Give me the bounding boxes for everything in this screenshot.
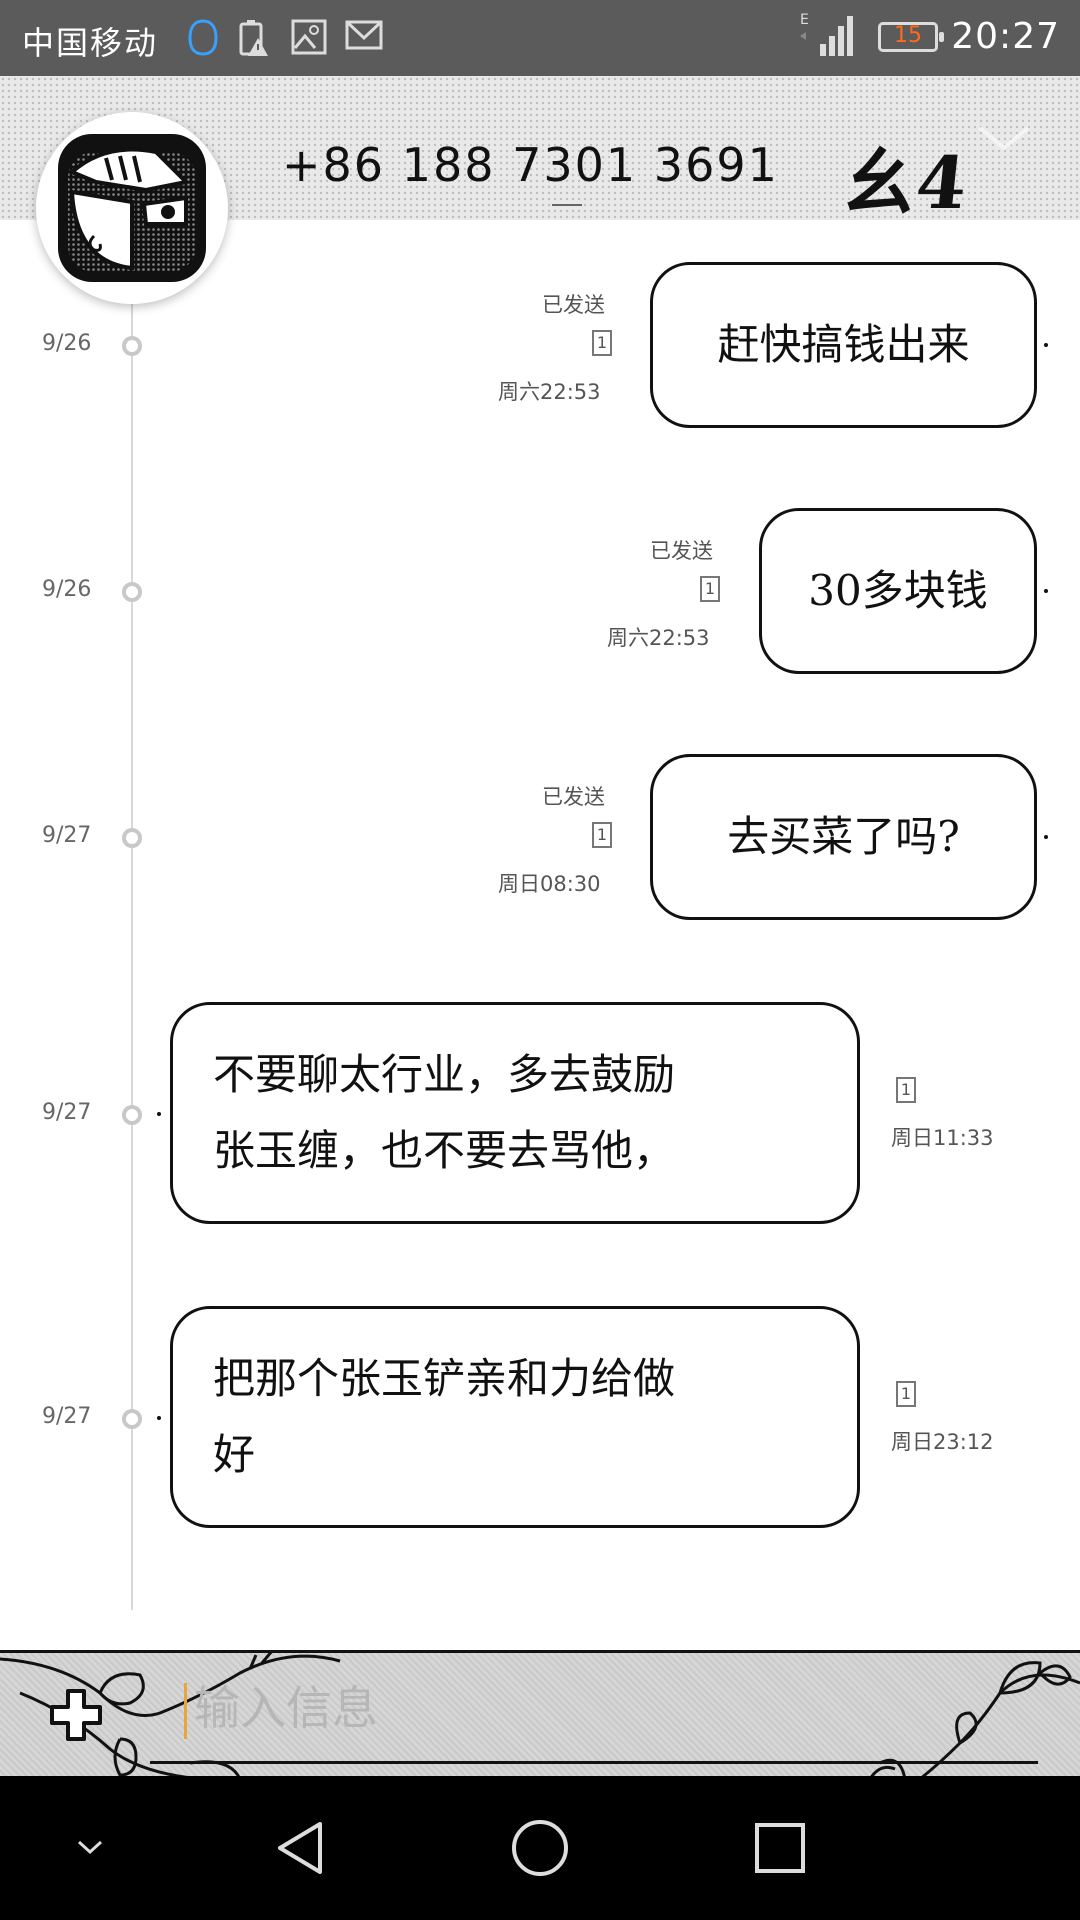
notification-badge-icon	[186, 18, 220, 62]
sim-card-icon: 1	[896, 1077, 916, 1103]
bubble-tail-dot	[1044, 589, 1048, 593]
text-cursor	[184, 1683, 187, 1739]
battery-warning-icon	[236, 18, 270, 62]
message-date: 9/27	[42, 1100, 92, 1125]
input-underline	[150, 1761, 1038, 1764]
image-icon	[290, 18, 328, 60]
timeline-dot	[122, 1409, 142, 1429]
battery-level: 15	[894, 23, 922, 48]
message-input[interactable]	[192, 1677, 1016, 1739]
message-time: 周六22:53	[607, 626, 710, 650]
contact-name: 幺4	[839, 140, 971, 225]
sim-card-icon: 1	[592, 330, 612, 356]
battery-icon: 15	[878, 22, 944, 52]
home-icon[interactable]	[490, 1776, 590, 1920]
message-date: 9/27	[42, 1404, 92, 1429]
hide-keyboard-icon[interactable]	[50, 1776, 130, 1920]
sent-status: 已发送	[650, 539, 713, 563]
message-bubble-sent[interactable]: 去买菜了吗?	[650, 754, 1037, 920]
sim-card-icon: 1	[700, 576, 720, 602]
message-time: 周六22:53	[498, 380, 601, 404]
add-attachment-button[interactable]	[48, 1687, 104, 1747]
message-text-line: 张玉缠，也不要去骂他，	[213, 1126, 676, 1175]
system-nav-bar	[0, 1776, 1080, 1920]
signal-icon: E	[798, 10, 854, 62]
message-date: 9/27	[42, 823, 92, 848]
timeline-dot	[122, 582, 142, 602]
status-time: 20:27	[951, 16, 1060, 57]
avatar[interactable]	[36, 112, 228, 304]
carrier-name: 中国移动	[22, 24, 159, 62]
message-text-line: 不要聊太行业，多去鼓励	[213, 1050, 676, 1099]
message-bubble-sent[interactable]: 30多块钱	[759, 508, 1037, 674]
message-time: 周日23:12	[891, 1430, 994, 1454]
timeline-dot	[122, 1105, 142, 1125]
sent-status: 已发送	[542, 785, 605, 809]
message-text: 去买菜了吗?	[727, 812, 960, 861]
svg-text:E: E	[800, 12, 809, 28]
recents-icon[interactable]	[730, 1776, 830, 1920]
contact-phone-number: +86 188 7301 3691	[282, 138, 779, 206]
message-date: 9/26	[42, 577, 92, 602]
message-bubble-received[interactable]: 不要聊太行业，多去鼓励 张玉缠，也不要去骂他，	[170, 1002, 860, 1224]
timeline-dot	[122, 828, 142, 848]
header-divider	[552, 204, 582, 206]
message-text: 赶快搞钱出来	[717, 320, 970, 369]
mail-icon	[344, 18, 384, 56]
sent-status: 已发送	[542, 293, 605, 317]
message-input-bar	[0, 1650, 1080, 1779]
message-time: 周日11:33	[891, 1126, 994, 1150]
back-icon[interactable]	[250, 1776, 350, 1920]
message-text-line: 把那个张玉铲亲和力给做	[213, 1354, 676, 1403]
message-bubble-received[interactable]: 把那个张玉铲亲和力给做 好	[170, 1306, 860, 1528]
bubble-tail-dot	[157, 1416, 161, 1420]
message-time: 周日08:30	[498, 872, 601, 896]
message-bubble-sent[interactable]: 赶快搞钱出来	[650, 262, 1037, 428]
chevron-down-icon[interactable]	[976, 124, 1032, 158]
message-date: 9/26	[42, 331, 92, 356]
bubble-tail-dot	[157, 1112, 161, 1116]
message-text-line: 好	[213, 1430, 256, 1479]
message-text: 30多块钱	[808, 566, 988, 615]
timeline-dot	[122, 336, 142, 356]
status-bar: 中国移动 E 15 20:27	[0, 0, 1080, 76]
bubble-tail-dot	[1044, 835, 1048, 839]
sim-card-icon: 1	[896, 1381, 916, 1407]
bubble-tail-dot	[1044, 343, 1048, 347]
sim-card-icon: 1	[592, 822, 612, 848]
phone-number-text: +86 188 7301 3691	[282, 138, 779, 192]
